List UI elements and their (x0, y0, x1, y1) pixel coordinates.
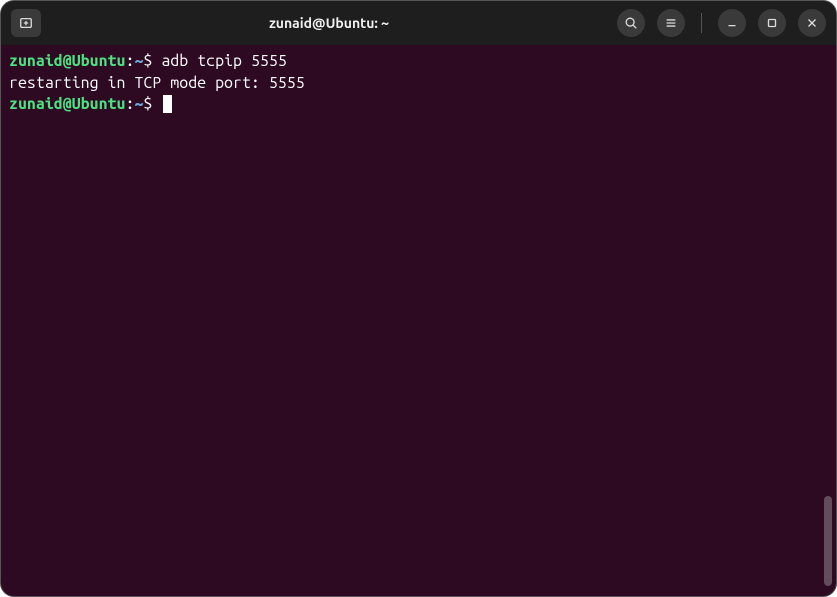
new-tab-button[interactable] (11, 9, 41, 37)
new-tab-icon (19, 16, 33, 30)
search-button[interactable] (617, 9, 645, 37)
prompt-dollar: $ (143, 52, 161, 70)
terminal-body[interactable]: zunaid@Ubuntu:~$ adb tcpip 5555 restarti… (1, 45, 836, 596)
prompt-dollar: $ (143, 95, 161, 113)
command-text: adb tcpip 5555 (161, 52, 286, 70)
terminal-line: zunaid@Ubuntu:~$ adb tcpip 5555 (9, 51, 828, 73)
close-button[interactable] (798, 9, 826, 37)
window-title: zunaid@Ubuntu: ~ (41, 15, 617, 31)
hamburger-icon (664, 16, 678, 30)
prompt-user-host: zunaid@Ubuntu (9, 95, 125, 113)
search-icon (624, 16, 638, 30)
close-icon (805, 16, 819, 30)
terminal-line: zunaid@Ubuntu:~$ (9, 94, 828, 116)
minimize-icon (725, 16, 739, 30)
titlebar-divider (701, 13, 702, 33)
scrollbar[interactable] (824, 496, 832, 586)
cursor (163, 95, 172, 113)
terminal-window: zunaid@Ubuntu: ~ (0, 0, 837, 597)
prompt-user-host: zunaid@Ubuntu (9, 52, 125, 70)
menu-button[interactable] (657, 9, 685, 37)
maximize-icon (765, 16, 779, 30)
maximize-button[interactable] (758, 9, 786, 37)
terminal-output-line: restarting in TCP mode port: 5555 (9, 73, 828, 95)
titlebar: zunaid@Ubuntu: ~ (1, 1, 836, 45)
output-text: restarting in TCP mode port: 5555 (9, 74, 305, 92)
minimize-button[interactable] (718, 9, 746, 37)
